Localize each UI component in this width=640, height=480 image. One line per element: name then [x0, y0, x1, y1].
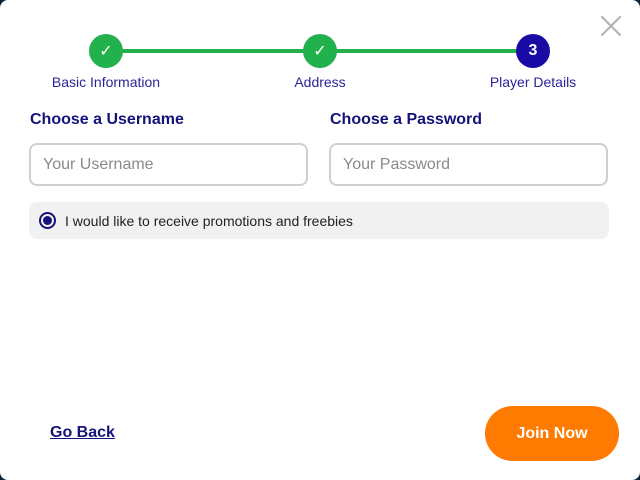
go-back-link[interactable]: Go Back	[50, 424, 115, 442]
radio-selected-dot	[43, 216, 52, 225]
step-number: 3	[528, 42, 538, 59]
step-label-player-details: Player Details	[489, 74, 577, 90]
promotions-radio[interactable]	[39, 212, 56, 229]
stepper-connector	[320, 49, 533, 53]
join-now-button[interactable]: Join Now	[485, 406, 619, 461]
promotions-label: I would like to receive promotions and f…	[65, 212, 353, 229]
step-label-basic-information: Basic Information	[51, 74, 161, 90]
step-1-indicator: ✓	[89, 34, 123, 68]
promotions-option[interactable]: I would like to receive promotions and f…	[29, 202, 609, 239]
step-3-indicator: 3	[516, 34, 550, 68]
step-label-address: Address	[294, 74, 346, 90]
stepper-connector	[106, 49, 320, 53]
step-2-indicator: ✓	[303, 34, 337, 68]
registration-dialog: ✓ ✓ 3 Basic Information Address Player D…	[0, 0, 640, 480]
checkmark-icon: ✓	[313, 43, 327, 60]
password-label: Choose a Password	[330, 111, 483, 128]
password-input[interactable]	[329, 143, 608, 186]
checkmark-icon: ✓	[99, 43, 113, 60]
username-label: Choose a Username	[30, 111, 184, 128]
username-input[interactable]	[29, 143, 308, 186]
progress-stepper: ✓ ✓ 3 Basic Information Address Player D…	[0, 30, 640, 94]
